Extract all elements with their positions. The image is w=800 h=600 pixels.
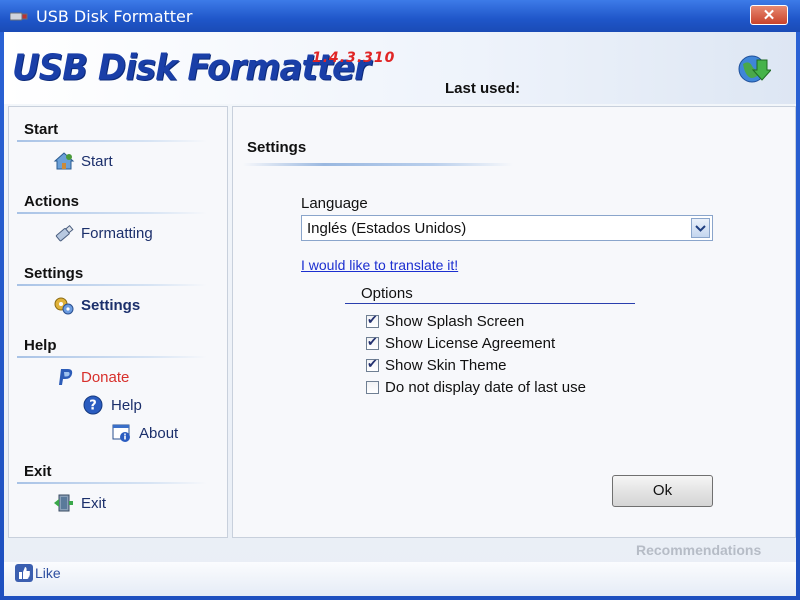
window-title: USB Disk Formatter bbox=[36, 7, 193, 26]
sidebar-item-label: Donate bbox=[81, 368, 130, 386]
exit-door-icon bbox=[54, 494, 73, 512]
sidebar-item-label: Help bbox=[111, 396, 142, 414]
page-title: Settings bbox=[247, 139, 307, 156]
language-label: Language bbox=[301, 195, 368, 212]
dropdown-button[interactable] bbox=[691, 218, 710, 238]
section-title-start: Start bbox=[24, 121, 59, 138]
usb-app-icon bbox=[10, 12, 28, 21]
ok-button[interactable]: Ok bbox=[612, 475, 713, 507]
section-title-actions: Actions bbox=[24, 193, 80, 210]
option-show-license-agreement[interactable]: ✔ Show License Agreement bbox=[366, 335, 555, 352]
close-button[interactable]: ✕ bbox=[750, 5, 788, 25]
chevron-down-icon bbox=[695, 225, 706, 232]
option-show-splash-screen[interactable]: ✔ Show Splash Screen bbox=[366, 313, 524, 330]
sidebar-item-exit[interactable]: Exit bbox=[53, 493, 106, 513]
sidebar-item-help[interactable]: ? Help bbox=[83, 395, 142, 415]
sidebar: Start Start Actions Formatting Settings … bbox=[8, 106, 228, 538]
sidebar-item-settings[interactable]: Settings bbox=[53, 295, 140, 315]
sidebar-item-label: Settings bbox=[81, 296, 141, 314]
settings-panel: Settings Language Inglés (Estados Unidos… bbox=[232, 106, 796, 538]
title-underline bbox=[243, 163, 513, 166]
like-button[interactable]: Like bbox=[14, 563, 61, 583]
sidebar-item-label: Formatting bbox=[81, 224, 153, 242]
options-divider bbox=[345, 303, 635, 304]
paypal-icon bbox=[59, 369, 73, 385]
check-icon: ✔ bbox=[367, 334, 378, 349]
globe-update-icon[interactable] bbox=[737, 52, 771, 86]
banner: USB Disk Formatter 1.4.3.310 Last used: bbox=[4, 32, 796, 104]
options-label: Options bbox=[361, 285, 413, 302]
thumbs-up-icon bbox=[15, 564, 33, 582]
sidebar-item-donate[interactable]: Donate bbox=[57, 367, 129, 387]
section-divider bbox=[17, 140, 207, 142]
title-bar[interactable]: USB Disk Formatter ✕ bbox=[0, 0, 800, 32]
app-window: USB Disk Formatter ✕ USB Disk Formatter … bbox=[0, 0, 800, 600]
recommendations-link[interactable]: Recommendations bbox=[636, 542, 761, 558]
last-used-label: Last used: bbox=[445, 80, 521, 97]
option-label: Show Splash Screen bbox=[385, 313, 525, 330]
version-label: 1.4.3.310 bbox=[312, 50, 396, 66]
like-label: Like bbox=[35, 565, 61, 581]
language-select[interactable]: Inglés (Estados Unidos) bbox=[301, 215, 713, 241]
section-divider bbox=[17, 212, 207, 214]
checkbox[interactable]: ✔ bbox=[366, 356, 379, 372]
gears-icon bbox=[54, 297, 74, 315]
translate-link[interactable]: I would like to translate it! bbox=[301, 257, 458, 273]
option-hide-last-use-date[interactable]: Do not display date of last use bbox=[366, 379, 586, 396]
house-icon bbox=[53, 152, 75, 170]
section-divider bbox=[17, 284, 207, 286]
sidebar-item-start[interactable]: Start bbox=[53, 151, 113, 171]
help-icon: ? bbox=[83, 395, 103, 415]
section-divider bbox=[17, 482, 207, 484]
checkbox[interactable] bbox=[366, 381, 379, 394]
checkbox[interactable]: ✔ bbox=[366, 312, 379, 328]
checkbox[interactable]: ✔ bbox=[366, 334, 379, 350]
usb-drive-icon bbox=[55, 224, 74, 242]
sidebar-item-formatting[interactable]: Formatting bbox=[53, 223, 153, 243]
section-title-help: Help bbox=[24, 337, 57, 354]
option-label: Do not display date of last use bbox=[385, 379, 586, 396]
language-select-value: Inglés (Estados Unidos) bbox=[307, 220, 467, 237]
option-label: Show Skin Theme bbox=[385, 357, 507, 374]
section-title-settings: Settings bbox=[24, 265, 84, 282]
about-icon bbox=[112, 424, 130, 442]
section-title-exit: Exit bbox=[24, 463, 52, 480]
sidebar-item-label: About bbox=[139, 424, 179, 442]
svg-text:?: ? bbox=[89, 399, 97, 414]
sidebar-item-label: Start bbox=[81, 152, 113, 170]
sidebar-item-about[interactable]: About bbox=[111, 423, 178, 443]
section-divider bbox=[17, 356, 207, 358]
check-icon: ✔ bbox=[367, 356, 378, 371]
option-label: Show License Agreement bbox=[385, 335, 556, 352]
footer-bar bbox=[4, 562, 796, 596]
client-area: USB Disk Formatter 1.4.3.310 Last used: … bbox=[4, 32, 796, 596]
sidebar-item-label: Exit bbox=[81, 494, 107, 512]
option-show-skin-theme[interactable]: ✔ Show Skin Theme bbox=[366, 357, 506, 374]
check-icon: ✔ bbox=[367, 312, 378, 327]
